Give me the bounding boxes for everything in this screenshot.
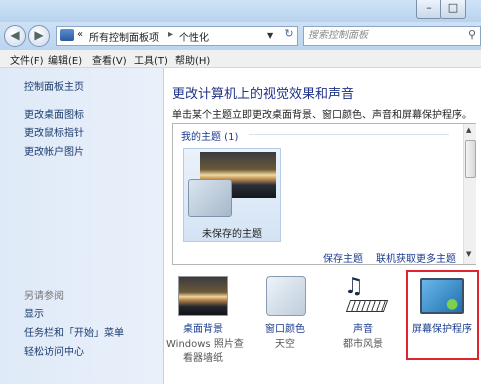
ease-of-access-link[interactable]: 轻松访问中心 <box>24 343 84 358</box>
address-dropdown-icon[interactable]: ▼ <box>267 31 273 40</box>
menu-edit[interactable]: 编辑(E) <box>48 52 82 67</box>
breadcrumb-separator-icon[interactable]: ▸ <box>168 29 173 40</box>
page-title: 更改计算机上的视觉效果和声音 <box>172 87 355 102</box>
window-color-value: 天空 <box>275 339 295 350</box>
change-mouse-pointer-link[interactable]: 更改鼠标指针 <box>24 124 84 139</box>
desktop-background-link[interactable]: 桌面背景 <box>168 320 238 335</box>
menu-view[interactable]: 查看(V) <box>92 52 127 67</box>
see-also-heading: 另请参阅 <box>24 291 64 302</box>
forward-button[interactable]: ▶ <box>28 25 50 47</box>
search-input[interactable] <box>308 28 458 42</box>
sound-icon[interactable]: ♫ <box>342 274 389 312</box>
window-color-icon[interactable] <box>266 276 306 316</box>
arrow-right-icon: ▶ <box>34 28 44 42</box>
sound-value: 都市风景 <box>343 339 383 350</box>
get-more-themes-link[interactable]: 联机获取更多主题 <box>376 250 456 265</box>
music-note-icon: ♫ <box>344 274 364 299</box>
desktop-background-icon[interactable] <box>178 276 228 316</box>
minimize-button[interactable]: – <box>416 0 442 19</box>
scrollbar-thumb[interactable] <box>465 140 476 178</box>
control-panel-icon <box>60 29 74 41</box>
refresh-icon: ↻ <box>284 27 294 40</box>
control-panel-home-link[interactable]: 控制面板主页 <box>24 78 84 93</box>
menu-tools[interactable]: 工具(T) <box>134 52 168 67</box>
sound-link[interactable]: 声音 <box>328 320 398 335</box>
title-bar: – □ <box>0 0 481 22</box>
window-color-preview <box>188 179 232 217</box>
refresh-button[interactable]: ↻ <box>282 27 296 43</box>
scroll-down-icon[interactable]: ▼ <box>466 250 471 258</box>
maximize-button[interactable]: □ <box>440 0 466 19</box>
search-icon[interactable]: ⚲ <box>468 28 476 41</box>
screen-saver-highlight-box <box>406 270 479 360</box>
change-account-picture-link[interactable]: 更改帐户图片 <box>24 143 84 158</box>
display-link[interactable]: 显示 <box>24 305 44 320</box>
menu-file[interactable]: 文件(F) <box>10 52 44 67</box>
vertical-scrollbar[interactable]: ▲ ▼ <box>463 124 476 264</box>
left-navigation-pane: 控制面板主页 更改桌面图标 更改鼠标指针 更改帐户图片 另请参阅 显示 任务栏和… <box>0 68 164 384</box>
breadcrumb-all-items[interactable]: 所有控制面板项 <box>89 29 159 44</box>
scroll-up-icon[interactable]: ▲ <box>466 126 471 134</box>
desktop-background-value-line2: 看器墙纸 <box>183 353 223 364</box>
piano-keys-icon <box>345 300 389 312</box>
my-themes-heading: 我的主题 (1) <box>181 132 239 143</box>
desktop-background-value-line1: Windows 照片查 <box>166 339 244 350</box>
arrow-left-icon: ◀ <box>10 28 20 42</box>
save-theme-link[interactable]: 保存主题 <box>323 250 363 265</box>
address-prefix[interactable]: « <box>77 29 83 40</box>
search-box[interactable]: ⚲ <box>303 26 481 46</box>
unsaved-theme-label: 未保存的主题 <box>202 229 262 240</box>
heading-divider <box>249 134 449 135</box>
page-description: 单击某个主题立即更改桌面背景、窗口颜色、声音和屏幕保护程序。 <box>172 110 472 121</box>
address-bar[interactable]: « 所有控制面板项 ▸ 个性化 ▼ <box>56 26 298 46</box>
breadcrumb-personalization[interactable]: 个性化 <box>179 29 209 44</box>
window-color-link[interactable]: 窗口颜色 <box>250 320 320 335</box>
theme-list: 我的主题 (1) 未保存的主题 ▲ ▼ 保存主题 联机获取更多主题 <box>172 123 476 265</box>
back-button[interactable]: ◀ <box>4 25 26 47</box>
menu-bar: 文件(F) 编辑(E) 查看(V) 工具(T) 帮助(H) <box>0 50 481 68</box>
unsaved-theme-card[interactable]: 未保存的主题 <box>183 148 281 242</box>
change-desktop-icons-link[interactable]: 更改桌面图标 <box>24 106 84 121</box>
menu-help[interactable]: 帮助(H) <box>175 52 210 67</box>
taskbar-start-menu-link[interactable]: 任务栏和「开始」菜单 <box>24 324 124 339</box>
